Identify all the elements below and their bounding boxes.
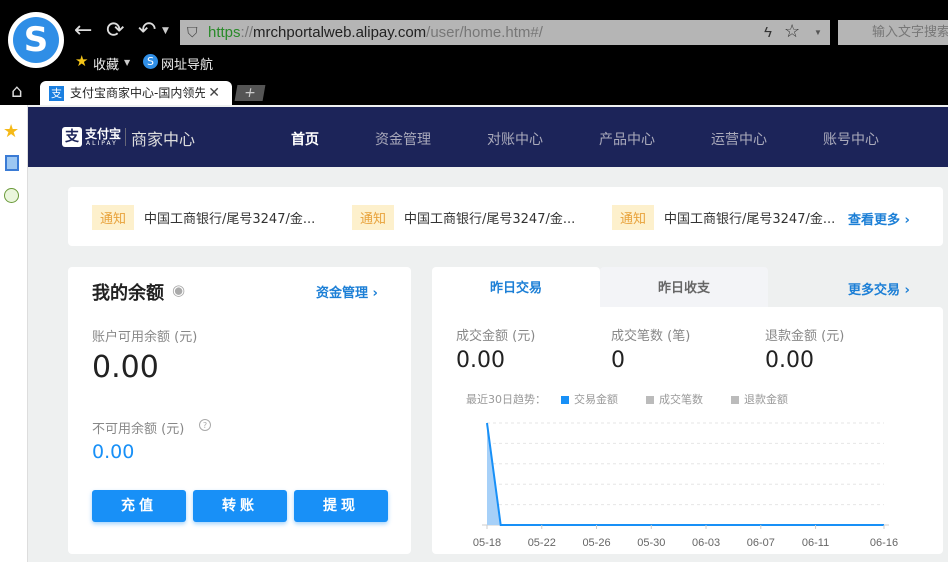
- nav-products[interactable]: 产品中心: [599, 129, 655, 149]
- x-tick-label: 05-30: [637, 537, 665, 549]
- series-line: [486, 422, 884, 526]
- top-nav: 支 支付宝 ALIPAY 商家中心 首页 资金管理 对账中心 产品中心 运营中心…: [28, 107, 948, 167]
- legend-item[interactable]: 退款金额: [744, 391, 788, 407]
- divider: [125, 128, 126, 146]
- x-tick-label: 05-26: [582, 537, 610, 549]
- alipay-logo-icon: 支: [62, 127, 82, 147]
- notice-item[interactable]: 中国工商银行/尾号3247/金...: [144, 208, 315, 227]
- x-tick-label: 05-22: [528, 537, 556, 549]
- home-icon[interactable]: ⌂: [11, 81, 22, 102]
- url-sep: ://: [240, 24, 254, 41]
- bookmark-favorites[interactable]: 收藏: [93, 54, 119, 73]
- eye-icon[interactable]: ◉: [172, 281, 185, 299]
- view-more-label: 查看更多: [848, 213, 901, 228]
- stat-label: 成交金额 (元): [456, 329, 536, 344]
- address-bar[interactable]: ⛉ https://mrchportalweb.alipay.com/user/…: [180, 20, 830, 45]
- history-icon[interactable]: [4, 188, 19, 203]
- notice-tag: 通知: [612, 205, 655, 230]
- tab-title: 支付宝商家中心-国内领先: [70, 86, 207, 100]
- series-area: [487, 423, 884, 525]
- available-balance: 0.00: [92, 350, 159, 385]
- browser-logo-icon[interactable]: S: [8, 12, 64, 68]
- nav-account[interactable]: 账号中心: [823, 129, 879, 149]
- stat-value: 0: [611, 348, 625, 373]
- tab-yesterday-balance[interactable]: 昨日收支: [600, 267, 768, 307]
- stat-label: 成交笔数 (笔): [611, 329, 691, 344]
- sogou-icon: S: [143, 54, 158, 69]
- legend-swatch: [561, 396, 569, 404]
- more-trade-label: 更多交易: [848, 283, 901, 298]
- unavailable-balance: 0.00: [92, 441, 135, 463]
- star-icon[interactable]: ☆: [784, 19, 800, 44]
- stat-value: 0.00: [456, 348, 505, 373]
- trade-panel: 昨日收支 昨日交易 更多交易 › 成交金额 (元) 0.00 成交笔数 (笔) …: [432, 267, 943, 554]
- recharge-button[interactable]: 充值: [92, 490, 186, 522]
- shield-icon: ⛉: [187, 24, 198, 40]
- trend-chart: 05-18 05-22 05-26 05-30 06-03 06-07 06-11 06-16: [473, 422, 898, 549]
- page-content: 支 支付宝 ALIPAY 商家中心 首页 资金管理 对账中心 产品中心 运营中心…: [28, 105, 948, 562]
- balance-title: 我的余额: [92, 283, 164, 304]
- close-icon[interactable]: ✕: [205, 81, 220, 105]
- chevron-down-icon[interactable]: ▼: [124, 58, 130, 67]
- browser-sidebar: ★: [0, 105, 28, 562]
- undo-icon[interactable]: ↶: [138, 18, 156, 43]
- funds-link[interactable]: 资金管理 ›: [316, 282, 378, 301]
- tablet-icon[interactable]: [5, 155, 19, 171]
- x-tick-label: 06-11: [802, 537, 829, 549]
- tab-yesterday-trade[interactable]: 昨日交易: [432, 267, 600, 309]
- funds-link-label: 资金管理: [316, 286, 369, 301]
- view-more-link[interactable]: 查看更多 ›: [848, 209, 910, 228]
- unavailable-label: 不可用余额 (元): [92, 422, 185, 437]
- nav-funds[interactable]: 资金管理: [375, 129, 431, 149]
- nav-reconciliation[interactable]: 对账中心: [487, 129, 543, 149]
- x-tick-label: 06-16: [870, 537, 898, 549]
- legend-swatch: [731, 396, 739, 404]
- url-path: /user/home.htm#/: [426, 24, 543, 41]
- more-trade-link[interactable]: 更多交易 ›: [848, 279, 910, 298]
- available-label: 账户可用余额 (元): [92, 330, 198, 345]
- nav-operations[interactable]: 运营中心: [711, 129, 767, 149]
- stat-value: 0.00: [765, 348, 814, 373]
- trend-label: 最近30日趋势：: [466, 393, 546, 406]
- legend-item[interactable]: 成交笔数: [659, 391, 703, 407]
- nav-home[interactable]: 首页: [291, 129, 319, 149]
- x-tick-label: 06-07: [747, 537, 775, 549]
- chevron-down-icon[interactable]: ▼: [162, 26, 169, 36]
- balance-card: 我的余额 ◉ 资金管理 › 账户可用余额 (元) 0.00 不可用余额 (元) …: [68, 267, 411, 554]
- chevron-down-icon[interactable]: ▼: [814, 20, 822, 45]
- help-icon[interactable]: ?: [199, 419, 211, 431]
- stat-label: 退款金额 (元): [765, 329, 845, 344]
- notice-bar: 通知 中国工商银行/尾号3247/金... 通知 中国工商银行/尾号3247/金…: [68, 187, 943, 246]
- legend-swatch: [646, 396, 654, 404]
- star-icon: ★: [75, 52, 89, 70]
- browser-toolbar: S ← ⟳ ↶ ▼ ⛉ https://mrchportalweb.alipay…: [0, 0, 948, 105]
- url-scheme: https: [208, 24, 241, 41]
- url-host: mrchportalweb.alipay.com: [253, 24, 427, 41]
- notice-tag: 通知: [92, 205, 135, 230]
- search-input[interactable]: 输入文字搜索: [838, 20, 948, 45]
- alipay-favicon: 支: [49, 86, 64, 101]
- x-tick-label: 06-03: [692, 537, 720, 549]
- favorites-icon[interactable]: ★: [3, 121, 19, 142]
- product-name: 商家中心: [131, 130, 196, 149]
- lightning-icon[interactable]: ϟ: [764, 20, 772, 45]
- withdraw-button[interactable]: 提现: [294, 490, 388, 522]
- bookmark-nav[interactable]: 网址导航: [161, 54, 213, 73]
- brand-en: ALIPAY: [86, 140, 118, 147]
- x-tick-label: 05-18: [473, 537, 501, 549]
- refresh-icon[interactable]: ⟳: [106, 18, 124, 43]
- notice-item[interactable]: 中国工商银行/尾号3247/金...: [664, 208, 835, 227]
- browser-tab[interactable]: 支 支付宝商家中心-国内领先 ✕: [40, 81, 232, 105]
- notice-tag: 通知: [352, 205, 395, 230]
- back-icon[interactable]: ←: [74, 18, 92, 43]
- legend-item[interactable]: 交易金额: [574, 391, 618, 407]
- notice-item[interactable]: 中国工商银行/尾号3247/金...: [404, 208, 575, 227]
- new-tab-button[interactable]: +: [234, 85, 266, 101]
- transfer-button[interactable]: 转账: [193, 490, 287, 522]
